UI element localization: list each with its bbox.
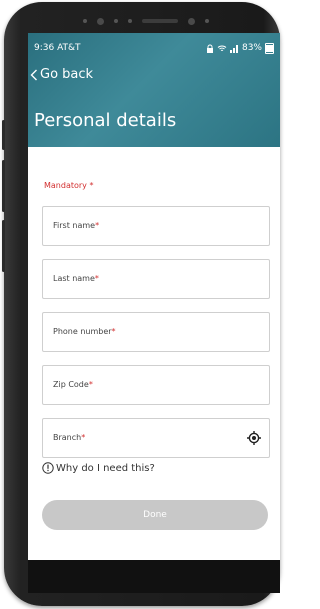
personal-details-form: Mandatory * First name* Last name* Phone… — [28, 147, 280, 593]
status-time-carrier: 9:36 AT&T — [34, 43, 81, 53]
zip-code-field[interactable]: Zip Code* — [42, 365, 270, 405]
back-label: Go back — [40, 67, 94, 82]
branch-field[interactable]: Branch* — [42, 418, 270, 458]
why-info-link[interactable]: Why do I need this? — [42, 462, 155, 474]
header: 9:36 AT&T 83% Go back Personal details — [28, 33, 280, 147]
status-bar: 9:36 AT&T 83% — [34, 41, 274, 55]
phone-number-input[interactable] — [43, 313, 269, 351]
phone-side-button — [2, 220, 5, 272]
phone-side-button — [2, 120, 5, 150]
phone-earpiece — [38, 14, 254, 28]
mandatory-label: Mandatory — [44, 181, 87, 190]
page-title: Personal details — [34, 110, 177, 131]
battery-icon — [265, 42, 274, 54]
phone-side-button — [2, 160, 5, 212]
first-name-input[interactable] — [43, 207, 269, 245]
last-name-input[interactable] — [43, 260, 269, 298]
first-name-field[interactable]: First name* — [42, 206, 270, 246]
lock-icon — [206, 44, 213, 53]
back-button[interactable]: Go back — [30, 67, 93, 82]
phone-screen: 9:36 AT&T 83% Go back Personal details M… — [28, 33, 280, 593]
zip-code-input[interactable] — [43, 366, 269, 404]
battery-percent: 83% — [241, 43, 262, 53]
why-info-label: Why do I need this? — [56, 462, 155, 474]
wifi-icon — [217, 45, 227, 51]
required-marker: * — [89, 181, 94, 190]
status-icons: 83% — [206, 42, 274, 54]
done-button[interactable]: Done — [42, 500, 268, 530]
system-nav-bar — [28, 560, 280, 593]
phone-number-field[interactable]: Phone number* — [42, 312, 270, 352]
mandatory-note: Mandatory * — [44, 181, 93, 190]
signal-icon — [229, 44, 238, 53]
info-icon — [42, 462, 54, 474]
locate-icon[interactable] — [246, 430, 262, 446]
branch-input[interactable] — [43, 419, 269, 457]
chevron-left-icon — [30, 69, 37, 80]
last-name-field[interactable]: Last name* — [42, 259, 270, 299]
